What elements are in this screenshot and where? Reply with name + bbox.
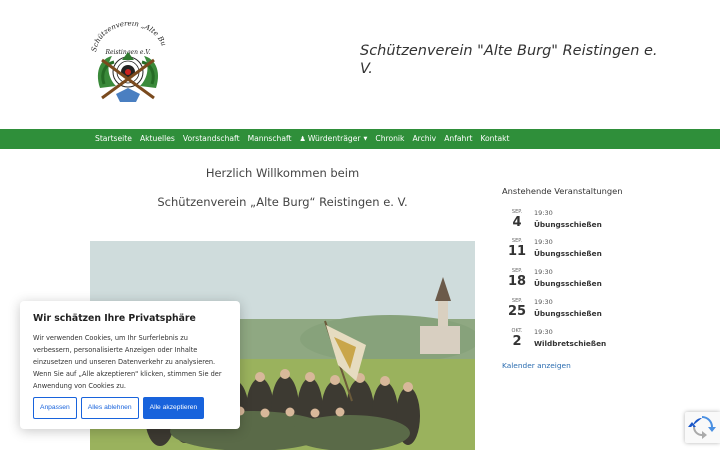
customize-button[interactable]: Anpassen xyxy=(33,397,77,419)
accept-all-button[interactable]: Alle akzeptieren xyxy=(142,397,205,419)
site-header: Schützenverein „Alte Burg“ 1906 Reisting… xyxy=(0,0,720,129)
user-icon: ♟ xyxy=(299,135,306,143)
event-item[interactable]: SEP. 11 19:30 Übungsschießen xyxy=(502,238,682,266)
event-day: 4 xyxy=(512,215,522,230)
club-logo[interactable]: Schützenverein „Alte Burg“ 1906 Reisting… xyxy=(86,22,170,106)
nav-item-anfahrt[interactable]: Anfahrt xyxy=(440,129,476,149)
nav-item-label: Archiv xyxy=(412,134,437,143)
nav-item-wuerdentraeger[interactable]: ♟ Würdenträger ▼ xyxy=(296,129,372,149)
nav-item-label: Vorstandschaft xyxy=(182,134,240,143)
caret-down-icon: ▼ xyxy=(363,136,368,142)
recaptcha-icon xyxy=(688,416,716,439)
event-time: 19:30 xyxy=(534,268,553,276)
welcome-subheading: Schützenverein „Alte Burg“ Reistingen e.… xyxy=(157,195,408,209)
event-name-link[interactable]: Übungsschießen xyxy=(534,309,602,319)
event-time: 19:30 xyxy=(534,209,553,217)
nav-item-aktuelles[interactable]: Aktuelles xyxy=(136,129,179,149)
event-day: 25 xyxy=(507,304,527,319)
event-date: SEP. 11 xyxy=(502,238,532,259)
event-item[interactable]: SEP. 4 19:30 Übungsschießen xyxy=(502,209,682,237)
event-day: 18 xyxy=(507,274,527,289)
event-date: SEP. 18 xyxy=(502,268,532,289)
nav-item-label: Kontakt xyxy=(480,134,510,143)
event-item[interactable]: SEP. 18 19:30 Übungsschießen xyxy=(502,268,682,296)
event-item[interactable]: OKT. 2 19:30 Wildbretschießen xyxy=(502,328,682,356)
calendar-link[interactable]: Kalender anzeigen xyxy=(502,361,571,370)
nav-item-vorstandschaft[interactable]: Vorstandschaft xyxy=(179,129,244,149)
recaptcha-badge[interactable] xyxy=(685,412,720,443)
nav-item-label: Anfahrt xyxy=(444,134,473,143)
nav-item-kontakt[interactable]: Kontakt xyxy=(476,129,513,149)
event-time: 19:30 xyxy=(534,328,553,336)
nav-item-label: Mannschaft xyxy=(247,134,292,143)
event-date: OKT. 2 xyxy=(502,328,532,349)
event-name-link[interactable]: Übungsschießen xyxy=(534,220,602,230)
event-time: 19:30 xyxy=(534,238,553,246)
reject-all-button[interactable]: Alles ablehnen xyxy=(80,397,139,419)
upcoming-events-title: Anstehende Veranstaltungen xyxy=(502,186,623,196)
nav-item-label: Würdenträger xyxy=(307,134,361,143)
cookie-buttons: Anpassen Alles ablehnen Alle akzeptieren xyxy=(33,397,205,419)
nav-item-chronik[interactable]: Chronik xyxy=(371,129,408,149)
event-name-link[interactable]: Übungsschießen xyxy=(534,279,602,289)
event-name-link[interactable]: Übungsschießen xyxy=(534,249,602,259)
cookie-text: Wir verwenden Cookies, um Ihr Surferlebn… xyxy=(33,334,222,390)
nav-item-label: Chronik xyxy=(375,134,405,143)
site-title[interactable]: Schützenverein "Alte Burg" Reistingen e.… xyxy=(360,42,660,78)
event-day: 2 xyxy=(512,334,522,349)
svg-text:Schützenverein „Alte Burg“ 190: Schützenverein „Alte Burg“ 1906 xyxy=(86,22,168,53)
nav-item-startseite[interactable]: Startseite xyxy=(91,129,136,149)
nav-item-archiv[interactable]: Archiv xyxy=(408,129,440,149)
nav-item-label: Aktuelles xyxy=(139,134,175,143)
event-item[interactable]: SEP. 25 19:30 Übungsschießen xyxy=(502,298,682,326)
event-time: 19:30 xyxy=(534,298,553,306)
nav-item-mannschaft[interactable]: Mannschaft xyxy=(244,129,296,149)
nav-item-label: Startseite xyxy=(95,134,132,143)
event-date: SEP. 4 xyxy=(502,209,532,230)
event-date: SEP. 25 xyxy=(502,298,532,319)
event-day: 11 xyxy=(507,244,527,259)
welcome-heading: Herzlich Willkommen beim xyxy=(205,166,360,180)
cookie-title: Wir schätzen Ihre Privatsphäre xyxy=(33,313,196,324)
cookie-consent-banner: Wir schätzen Ihre Privatsphäre Wir verwe… xyxy=(20,301,240,429)
main-navigation: Startseite Aktuelles Vorstandschaft Mann… xyxy=(0,129,720,149)
event-name-link[interactable]: Wildbretschießen xyxy=(534,339,606,349)
